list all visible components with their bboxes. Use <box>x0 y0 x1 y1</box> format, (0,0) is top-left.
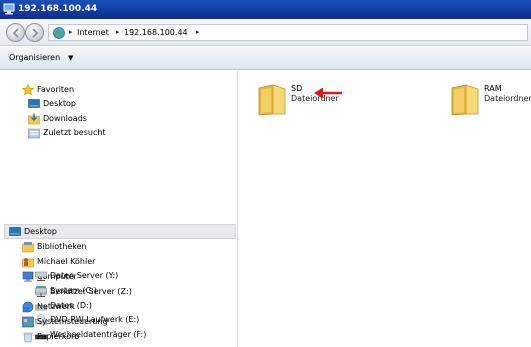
folder-icon <box>258 84 286 116</box>
file-list-pane: SD Dateiordner RAM Dateiordner <box>239 71 531 347</box>
internet-icon <box>53 27 65 39</box>
desktop-icon <box>9 227 21 236</box>
folder-icon <box>451 84 479 116</box>
recent-places-icon <box>28 128 40 139</box>
sidebar-item-label: Michael Köhler <box>37 257 96 266</box>
breadcrumb-separator-icon[interactable]: ▸ <box>196 28 200 36</box>
back-button[interactable] <box>6 23 25 42</box>
folder-name: SD <box>291 84 303 93</box>
forward-arrow-icon <box>32 28 39 38</box>
network-icon <box>22 301 34 313</box>
command-bar: Organisieren ▼ <box>0 47 531 70</box>
folder-item[interactable]: RAM Dateiordner <box>450 84 531 118</box>
recycle-bin-icon <box>23 332 33 343</box>
organize-button[interactable]: Organisieren <box>9 53 60 62</box>
annotation-arrow-icon <box>314 87 342 99</box>
computer-icon <box>22 271 34 282</box>
folder-name: RAM <box>484 84 502 93</box>
downloads-icon <box>28 113 40 125</box>
window-title-bar: 192.168.100.44 <box>0 0 531 19</box>
sidebar-item-label: Downloads <box>43 114 87 123</box>
breadcrumb-internet[interactable]: Internet <box>77 28 109 37</box>
address-field[interactable]: ▸ Internet ▸ 192.168.100.44 ▸ <box>48 24 528 41</box>
window-title: 192.168.100.44 <box>18 4 98 14</box>
sidebar-item-label: Zuletzt besucht <box>43 128 106 137</box>
folder-type: Dateiordner <box>484 94 531 103</box>
sidebar-item-label: Favoriten <box>37 85 75 94</box>
navigation-pane: Favoriten Desktop Downloads Zuletzt besu… <box>0 71 238 347</box>
control-panel-icon <box>22 316 34 328</box>
sidebar-item-label: Systemsteuerung <box>37 317 108 326</box>
sidebar-item-label: Desktop <box>43 99 76 108</box>
address-bar-area: ▸ Internet ▸ 192.168.100.44 ▸ <box>0 19 531 46</box>
user-folder-icon <box>22 258 34 268</box>
sidebar-item-label: Desktop <box>24 227 57 236</box>
forward-button[interactable] <box>25 23 44 42</box>
network-drive-icon <box>35 287 47 297</box>
libraries-icon <box>22 242 34 253</box>
chevron-down-icon[interactable]: ▼ <box>68 54 73 62</box>
network-drive-icon <box>35 271 47 281</box>
desktop-icon <box>28 99 40 108</box>
breadcrumb-host[interactable]: 192.168.100.44 <box>124 28 188 37</box>
star-icon <box>22 84 34 96</box>
back-arrow-icon <box>12 28 19 38</box>
network-computer-icon <box>3 3 15 15</box>
sidebar-item-label: Daten Server (Y:) <box>50 271 119 280</box>
sidebar-item-label: Netzwerk <box>37 302 75 311</box>
sidebar-item-label: Papierkorb <box>37 332 80 341</box>
sidebar-item-label: Benutzer Server (Z:) <box>50 287 132 296</box>
breadcrumb-separator-icon[interactable]: ▸ <box>116 28 120 36</box>
breadcrumb-separator-icon[interactable]: ▸ <box>69 28 73 36</box>
sidebar-item-label: Bibliotheken <box>37 242 87 251</box>
